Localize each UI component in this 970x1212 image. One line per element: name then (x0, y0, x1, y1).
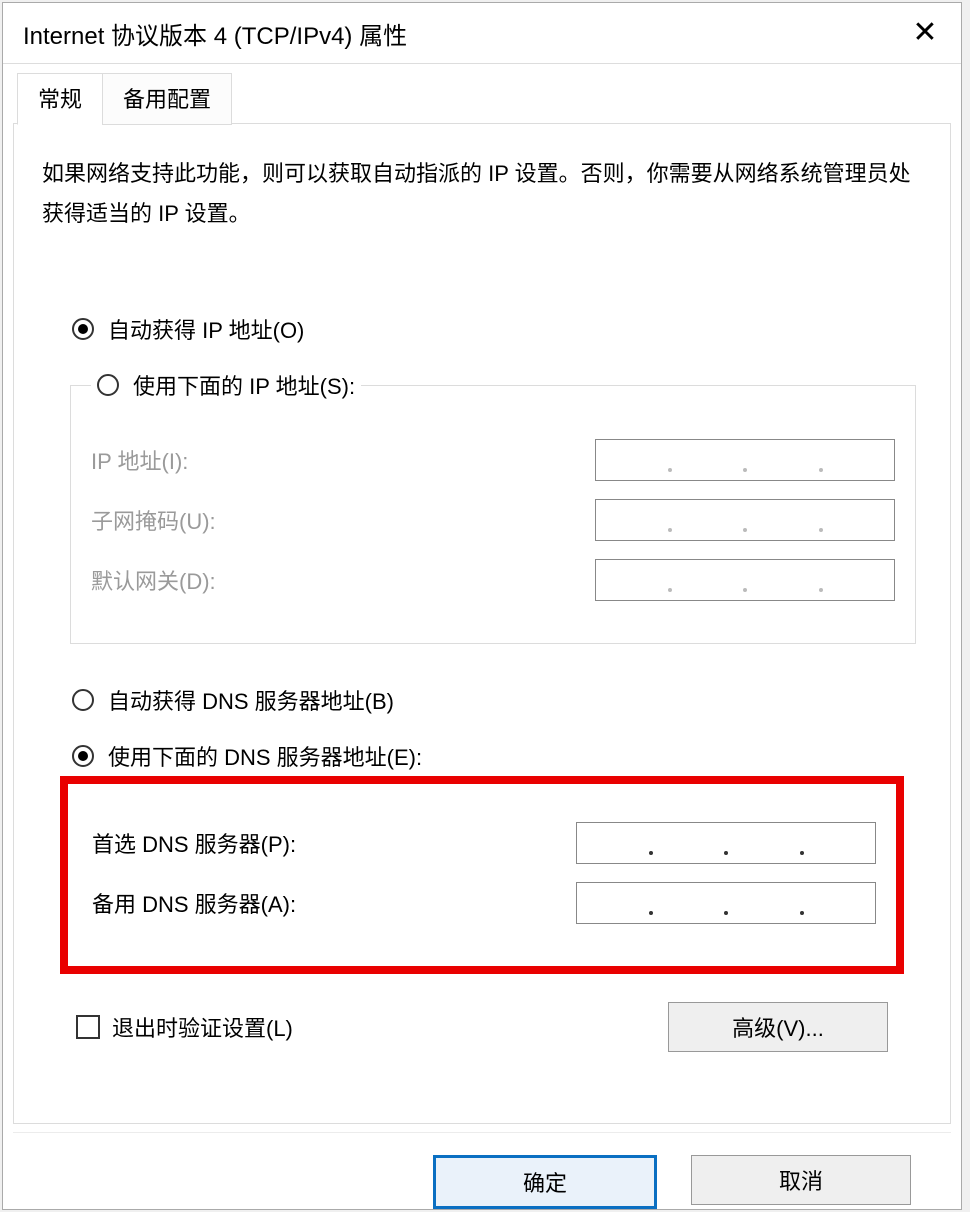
row-subnet-mask: 子网掩码(U): (91, 499, 895, 541)
radio-dns-manual-label: 使用下面的 DNS 服务器地址(E): (108, 740, 422, 772)
ip-manual-group: 使用下面的 IP 地址(S): IP 地址(I): 子网掩码(U): (70, 369, 916, 644)
input-ip-address[interactable] (595, 439, 895, 481)
radio-icon (72, 689, 94, 711)
advanced-button[interactable]: 高级(V)... (668, 1002, 888, 1052)
input-subnet-mask[interactable] (595, 499, 895, 541)
bottom-row: 退出时验证设置(L) 高级(V)... (76, 1002, 888, 1052)
label-subnet-mask: 子网掩码(U): (91, 504, 216, 536)
dialog-footer: 确定 取消 (13, 1132, 951, 1209)
ipv4-properties-dialog: Internet 协议版本 4 (TCP/IPv4) 属性 ✕ 常规 备用配置 … (2, 2, 962, 1210)
tab-general[interactable]: 常规 (17, 73, 103, 125)
input-dns-primary[interactable] (576, 822, 876, 864)
ok-button-label: 确定 (523, 1166, 567, 1198)
checkbox-icon (76, 1015, 100, 1039)
tab-panel: 如果网络支持此功能，则可以获取自动指派的 IP 设置。否则，你需要从网络系统管理… (13, 123, 951, 1124)
label-dns-primary: 首选 DNS 服务器(P): (92, 827, 296, 859)
row-dns-alt: 备用 DNS 服务器(A): (92, 882, 876, 924)
radio-dns-auto[interactable]: 自动获得 DNS 服务器地址(B) (72, 684, 922, 716)
titlebar: Internet 协议版本 4 (TCP/IPv4) 属性 ✕ (3, 3, 961, 64)
radio-dns-auto-label: 自动获得 DNS 服务器地址(B) (108, 684, 394, 716)
description-text: 如果网络支持此功能，则可以获取自动指派的 IP 设置。否则，你需要从网络系统管理… (42, 154, 922, 233)
cancel-button-label: 取消 (779, 1164, 823, 1196)
radio-icon (97, 374, 119, 396)
radio-icon (72, 318, 94, 340)
dns-highlight-box: 首选 DNS 服务器(P): 备用 DNS 服务器(A): (60, 776, 904, 974)
row-dns-primary: 首选 DNS 服务器(P): (92, 822, 876, 864)
radio-ip-auto[interactable]: 自动获得 IP 地址(O) (72, 313, 922, 345)
radio-icon (72, 745, 94, 767)
cancel-button[interactable]: 取消 (691, 1155, 911, 1205)
advanced-button-label: 高级(V)... (732, 1011, 824, 1043)
row-default-gateway: 默认网关(D): (91, 559, 895, 601)
checkbox-validate-on-exit[interactable]: 退出时验证设置(L) (76, 1011, 293, 1043)
radio-ip-manual-label: 使用下面的 IP 地址(S): (133, 369, 355, 401)
tab-alternate-label: 备用配置 (123, 87, 211, 112)
panel-body: 如果网络支持此功能，则可以获取自动指派的 IP 设置。否则，你需要从网络系统管理… (14, 123, 950, 1052)
close-icon[interactable]: ✕ (905, 18, 945, 48)
tab-strip: 常规 备用配置 (17, 72, 951, 124)
radio-ip-auto-label: 自动获得 IP 地址(O) (108, 313, 304, 345)
input-default-gateway[interactable] (595, 559, 895, 601)
radio-ip-manual[interactable]: 使用下面的 IP 地址(S): (97, 369, 355, 401)
window-title: Internet 协议版本 4 (TCP/IPv4) 属性 (23, 16, 407, 51)
tab-alternate[interactable]: 备用配置 (102, 73, 232, 125)
label-ip-address: IP 地址(I): (91, 444, 188, 476)
label-default-gateway: 默认网关(D): (91, 564, 216, 596)
ok-button[interactable]: 确定 (433, 1155, 657, 1209)
checkbox-validate-label: 退出时验证设置(L) (112, 1011, 293, 1043)
row-ip-address: IP 地址(I): (91, 439, 895, 481)
label-dns-alt: 备用 DNS 服务器(A): (92, 887, 296, 919)
radio-dns-manual[interactable]: 使用下面的 DNS 服务器地址(E): (72, 740, 922, 772)
tab-general-label: 常规 (38, 87, 82, 112)
dialog-body: 常规 备用配置 如果网络支持此功能，则可以获取自动指派的 IP 设置。否则，你需… (3, 64, 961, 1209)
input-dns-alt[interactable] (576, 882, 876, 924)
